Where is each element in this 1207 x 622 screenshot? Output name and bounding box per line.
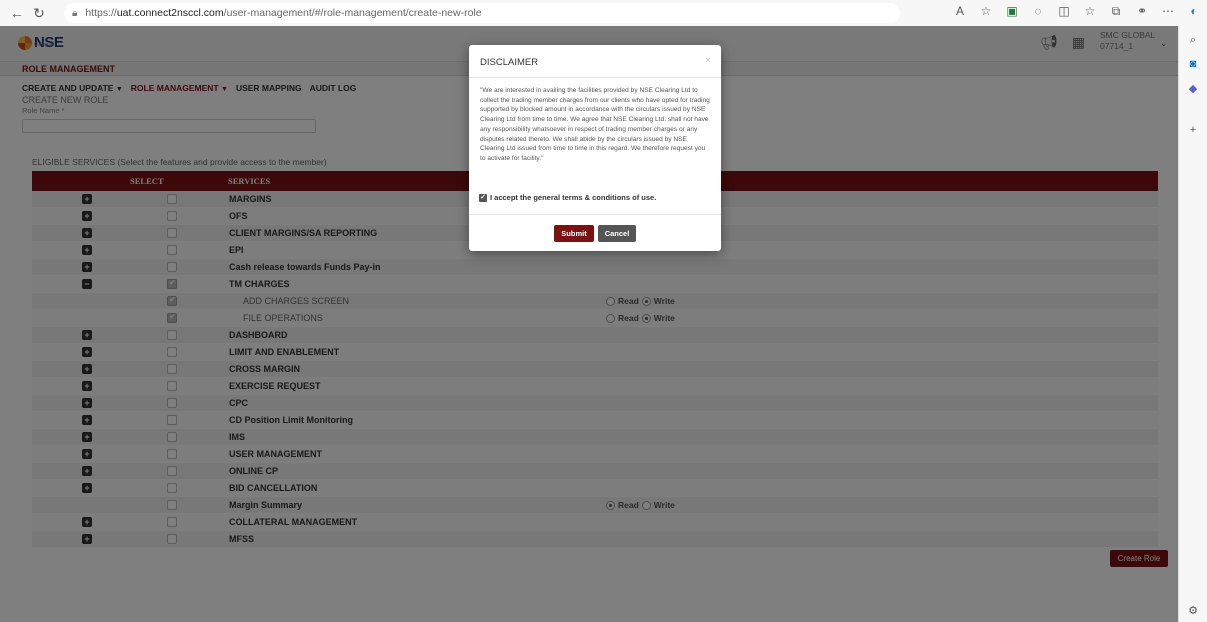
url-prefix: https://: [85, 7, 117, 19]
copilot-icon[interactable]: ⚭: [1135, 4, 1149, 19]
add-icon[interactable]: +: [1187, 124, 1199, 136]
teams-icon[interactable]: ◆: [1187, 82, 1199, 95]
cancel-button[interactable]: Cancel: [598, 225, 636, 242]
accept-terms[interactable]: ✓ I accept the general terms & condition…: [479, 193, 656, 202]
address-bar[interactable]: 🔒︎ https://uat.connect2nsccl.com/user-ma…: [64, 3, 900, 23]
refresh-icon[interactable]: ↻: [28, 5, 50, 22]
edge-icon[interactable]: ◐: [1187, 4, 1201, 19]
browser-toolbar: ← ↻ 🔒︎ https://uat.connect2nsccl.com/use…: [0, 0, 1207, 26]
browser-side-panel: ⌕ ◙ ◆ + ⚙: [1178, 26, 1207, 622]
search-icon[interactable]: ⌕: [1187, 34, 1199, 46]
modal-divider: [469, 77, 721, 78]
modal-divider: [469, 214, 721, 215]
disclaimer-modal: DISCLAIMER × "We are interested in avail…: [469, 45, 721, 251]
close-icon[interactable]: ×: [705, 55, 711, 66]
split-screen-icon[interactable]: ◫: [1057, 4, 1071, 19]
url-host: uat.connect2nsccl.com: [116, 7, 224, 19]
submit-button[interactable]: Submit: [554, 225, 594, 242]
url-path: /user-management/#/role-management/creat…: [223, 7, 482, 19]
settings-icon[interactable]: ⚙: [1187, 604, 1199, 617]
favorites-bar-icon[interactable]: ☆: [1083, 4, 1097, 19]
disclaimer-text: "We are interested in availing the facil…: [480, 87, 710, 162]
browser-tools: A ☆ ▣ ◌ ◫ ☆ ⧉ ⚭ ⋯ ◐: [953, 4, 1201, 19]
back-icon[interactable]: ←: [6, 5, 28, 21]
accept-checkbox[interactable]: ✓: [479, 193, 487, 202]
outlook-icon[interactable]: ◙: [1187, 58, 1199, 70]
lock-icon[interactable]: 🔒︎: [72, 8, 77, 19]
extension-icon[interactable]: ◌: [1031, 4, 1045, 19]
modal-title: DISCLAIMER: [480, 57, 539, 68]
excel-extension-icon[interactable]: ▣: [1005, 4, 1019, 19]
read-aloud-icon[interactable]: A: [953, 4, 967, 19]
accept-label: I accept the general terms & conditions …: [490, 193, 657, 202]
more-icon[interactable]: ⋯: [1161, 4, 1175, 19]
favorite-icon[interactable]: ☆: [979, 4, 993, 19]
collections-icon[interactable]: ⧉: [1109, 4, 1123, 19]
